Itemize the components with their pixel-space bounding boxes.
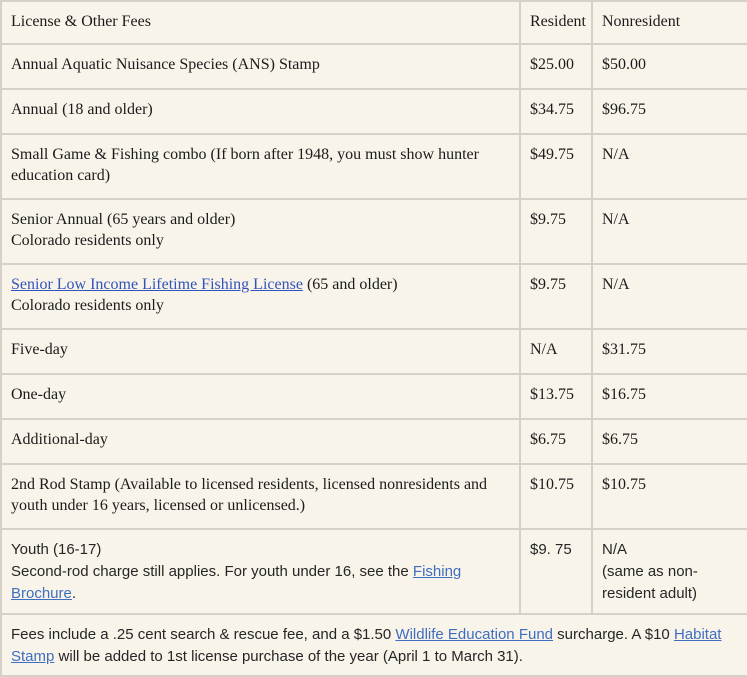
resident-fee-cell: N/A — [520, 329, 592, 374]
table-row-additional-day: Additional-day $6.75 $6.75 — [1, 419, 747, 464]
table-row-small-game-combo: Small Game & Fishing combo (If born afte… — [1, 134, 747, 199]
nonresident-fee-cell: $31.75 — [592, 329, 747, 374]
footer-text-2: surcharge. A $10 — [553, 626, 674, 643]
license-name-cell: Additional-day — [1, 419, 520, 464]
header-license-fees: License & Other Fees — [1, 1, 520, 44]
resident-fee-cell: $6.75 — [520, 419, 592, 464]
footer-note-cell: Fees include a .25 cent search & rescue … — [1, 614, 747, 676]
license-note: Colorado residents only — [11, 295, 511, 316]
resident-fee-cell: $10.75 — [520, 464, 592, 529]
resident-fee-cell: $9.75 — [520, 199, 592, 264]
footer-row: Fees include a .25 cent search & rescue … — [1, 614, 747, 676]
license-name: Youth (16-17) — [11, 539, 511, 561]
resident-fee-cell: $34.75 — [520, 89, 592, 134]
license-name-cell: Annual (18 and older) — [1, 89, 520, 134]
license-name-cell: One-day — [1, 374, 520, 419]
table-row-annual: Annual (18 and older) $34.75 $96.75 — [1, 89, 747, 134]
license-note-text: Second-rod charge still applies. For you… — [11, 563, 413, 580]
nonresident-fee-cell: N/A — [592, 134, 747, 199]
resident-fee-cell: $49.75 — [520, 134, 592, 199]
footer-text-1: Fees include a .25 cent search & rescue … — [11, 626, 395, 643]
license-name-cell: 2nd Rod Stamp (Available to licensed res… — [1, 464, 520, 529]
license-name-cell: Senior Low Income Lifetime Fishing Licen… — [1, 264, 520, 329]
header-resident: Resident — [520, 1, 592, 44]
table-row-senior-low-income: Senior Low Income Lifetime Fishing Licen… — [1, 264, 747, 329]
license-name-line: Senior Low Income Lifetime Fishing Licen… — [11, 274, 511, 295]
nonresident-fee-cell: N/A — [592, 199, 747, 264]
page: License & Other Fees Resident Nonresiden… — [0, 0, 747, 677]
wildlife-education-fund-link[interactable]: Wildlife Education Fund — [395, 626, 553, 643]
table-row-youth: Youth (16-17) Second-rod charge still ap… — [1, 529, 747, 614]
license-name-suffix: (65 and older) — [303, 276, 398, 293]
nonresident-fee-value: N/A — [602, 539, 739, 561]
fees-table: License & Other Fees Resident Nonresiden… — [0, 0, 747, 677]
header-row: License & Other Fees Resident Nonresiden… — [1, 1, 747, 44]
nonresident-fee-cell: N/A (same as non-resident adult) — [592, 529, 747, 614]
table-row-one-day: One-day $13.75 $16.75 — [1, 374, 747, 419]
senior-low-income-lifetime-license-link[interactable]: Senior Low Income Lifetime Fishing Licen… — [11, 276, 303, 293]
footer-text-3: will be added to 1st license purchase of… — [54, 648, 523, 665]
resident-fee-cell: $25.00 — [520, 44, 592, 89]
license-note-line: Second-rod charge still applies. For you… — [11, 561, 511, 605]
nonresident-fee-cell: $16.75 — [592, 374, 747, 419]
license-name-cell: Annual Aquatic Nuisance Species (ANS) St… — [1, 44, 520, 89]
nonresident-fee-cell: $6.75 — [592, 419, 747, 464]
license-name-cell: Five-day — [1, 329, 520, 374]
table-row-second-rod-stamp: 2nd Rod Stamp (Available to licensed res… — [1, 464, 747, 529]
nonresident-fee-cell: $96.75 — [592, 89, 747, 134]
license-name: Senior Annual (65 years and older) — [11, 209, 511, 230]
nonresident-fee-cell: $50.00 — [592, 44, 747, 89]
resident-fee-cell: $9. 75 — [520, 529, 592, 614]
license-note: Colorado residents only — [11, 230, 511, 251]
nonresident-fee-cell: $10.75 — [592, 464, 747, 529]
license-name-cell: Senior Annual (65 years and older) Color… — [1, 199, 520, 264]
table-row-five-day: Five-day N/A $31.75 — [1, 329, 747, 374]
resident-fee-cell: $13.75 — [520, 374, 592, 419]
table-row-senior-annual: Senior Annual (65 years and older) Color… — [1, 199, 747, 264]
nonresident-fee-note: (same as non-resident adult) — [602, 561, 739, 605]
license-name-cell: Youth (16-17) Second-rod charge still ap… — [1, 529, 520, 614]
license-name-cell: Small Game & Fishing combo (If born afte… — [1, 134, 520, 199]
table-row-ans-stamp: Annual Aquatic Nuisance Species (ANS) St… — [1, 44, 747, 89]
resident-fee-cell: $9.75 — [520, 264, 592, 329]
license-note-period: . — [72, 585, 76, 602]
header-nonresident: Nonresident — [592, 1, 747, 44]
nonresident-fee-cell: N/A — [592, 264, 747, 329]
